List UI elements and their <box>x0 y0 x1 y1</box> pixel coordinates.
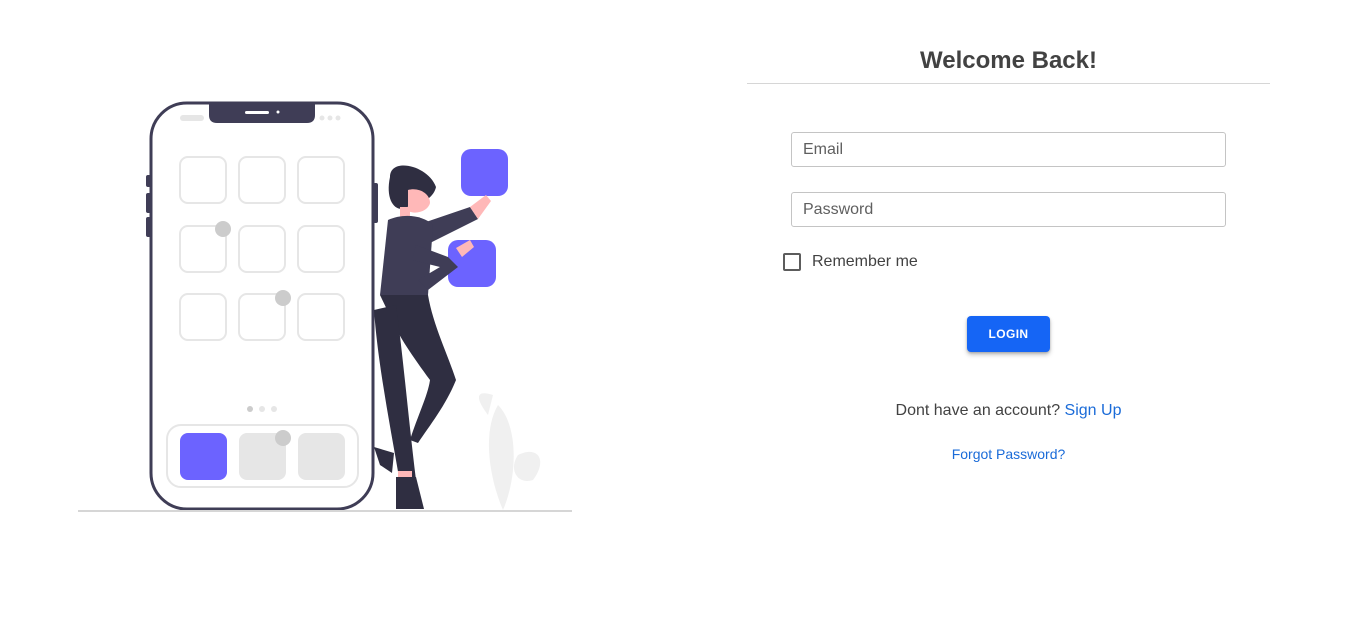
sign-up-link[interactable]: Sign Up <box>1065 402 1122 419</box>
no-account-text: Dont have an account? <box>895 402 1061 419</box>
signup-prompt: Dont have an account? Sign Up <box>747 402 1270 420</box>
login-panel: Welcome Back! Remember me LOGIN Dont hav… <box>747 40 1270 462</box>
forgot-password-row: Forgot Password? <box>747 446 1270 462</box>
title-divider <box>747 83 1270 84</box>
remember-me-toggle[interactable]: Remember me <box>783 253 918 271</box>
forgot-password-link[interactable]: Forgot Password? <box>952 446 1066 462</box>
remember-me-checkbox[interactable] <box>783 253 801 271</box>
login-button[interactable]: LOGIN <box>967 316 1050 352</box>
remember-me-label: Remember me <box>812 253 918 270</box>
page-title: Welcome Back! <box>920 47 1097 74</box>
email-field[interactable] <box>791 132 1226 167</box>
person-phone-app-illustration <box>78 95 574 515</box>
login-page: Welcome Back! Remember me LOGIN Dont hav… <box>0 0 1345 643</box>
password-field[interactable] <box>791 192 1226 227</box>
